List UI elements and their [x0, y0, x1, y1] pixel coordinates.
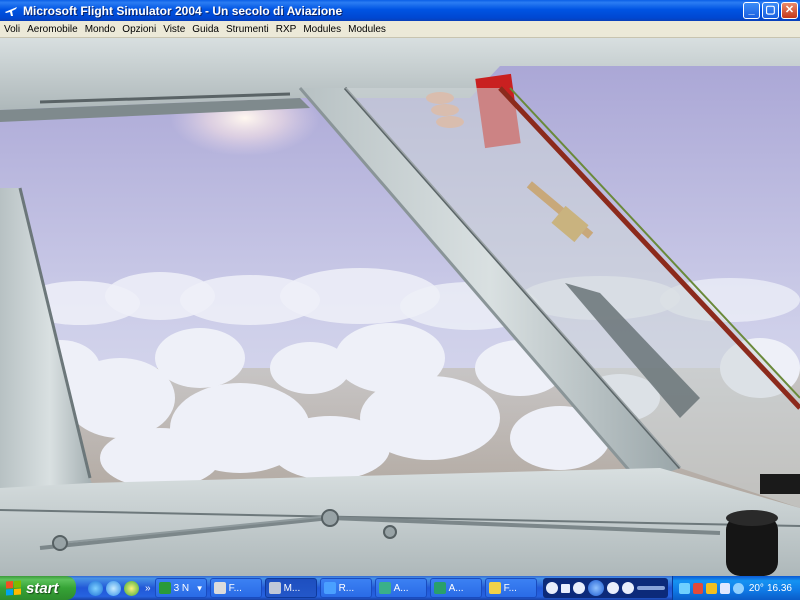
start-label: start: [26, 579, 59, 597]
task-button-f1[interactable]: F...: [209, 578, 262, 598]
task-buttons: 3 N ▼ F... M... R... A... A... F...: [154, 578, 537, 598]
task-button-a1[interactable]: A...: [374, 578, 427, 598]
cockpit-scene: [0, 38, 800, 576]
close-button[interactable]: ✕: [781, 2, 798, 19]
network-icon[interactable]: [679, 582, 690, 594]
app-icon: [378, 582, 391, 594]
menu-opzioni[interactable]: Opzioni: [118, 24, 159, 35]
previous-icon[interactable]: [572, 582, 585, 594]
system-tray: 20° 16.36: [672, 576, 800, 600]
chevron-down-icon: ▼: [195, 583, 204, 593]
next-icon[interactable]: [606, 582, 619, 594]
title-bar[interactable]: Microsoft Flight Simulator 2004 - Un sec…: [0, 0, 800, 21]
help-icon[interactable]: [88, 580, 103, 596]
menu-voli[interactable]: Voli: [0, 24, 23, 35]
plane-icon: [268, 582, 281, 594]
folder-icon: [488, 582, 501, 594]
security-icon[interactable]: [706, 582, 717, 594]
ie-icon[interactable]: [106, 580, 121, 596]
temperature-readout: 20°: [748, 582, 764, 594]
throttle-knob: [726, 510, 778, 576]
clock[interactable]: 16.36: [767, 583, 792, 594]
maximize-button[interactable]: ▢: [762, 2, 779, 19]
task-button-msfs[interactable]: M...: [264, 578, 317, 598]
messenger-icon[interactable]: [124, 580, 139, 596]
menu-strumenti[interactable]: Strumenti: [222, 24, 272, 35]
menu-viste[interactable]: Viste: [159, 24, 188, 35]
taskbar: start » 3 N ▼ F... M... R... A... A... F…: [0, 576, 800, 600]
quick-launch: [88, 580, 139, 596]
cockpit-view[interactable]: [0, 38, 800, 576]
menu-rxp[interactable]: RXP: [272, 24, 300, 35]
speaker-icon[interactable]: [719, 582, 731, 594]
antivirus-icon[interactable]: [692, 582, 704, 594]
media-player-toolbar: [542, 578, 668, 598]
window-title: Microsoft Flight Simulator 2004 - Un sec…: [23, 3, 343, 18]
task-button-folder[interactable]: F...: [484, 578, 537, 598]
task-button-excel[interactable]: 3 N ▼: [154, 578, 207, 598]
weather-icon[interactable]: [733, 582, 744, 594]
quicklaunch-more-icon[interactable]: »: [145, 583, 151, 594]
stop-icon[interactable]: [560, 583, 570, 593]
volume-icon[interactable]: [621, 582, 634, 594]
plane-app-icon: [4, 4, 18, 18]
excel-icon: [158, 582, 171, 594]
task-button-ie[interactable]: R...: [319, 578, 372, 598]
volume-slider[interactable]: [636, 586, 665, 590]
minimize-button[interactable]: _: [743, 2, 760, 19]
windows-logo-icon: [6, 580, 21, 596]
menu-modules-1[interactable]: Modules: [299, 24, 344, 35]
app-icon: [433, 582, 446, 594]
menu-bar: Voli Aeromobile Mondo Opzioni Viste Guid…: [0, 21, 800, 38]
window-controls: _ ▢ ✕: [743, 2, 798, 19]
window-icon: [213, 582, 226, 594]
menu-mondo[interactable]: Mondo: [81, 24, 119, 35]
media-options-icon[interactable]: [545, 582, 558, 594]
play-icon[interactable]: [587, 580, 604, 596]
ie-icon: [323, 582, 336, 594]
menu-guida[interactable]: Guida: [188, 24, 222, 35]
menu-aeromobile[interactable]: Aeromobile: [23, 24, 81, 35]
start-button[interactable]: start: [0, 576, 76, 600]
menu-modules-2[interactable]: Modules: [344, 24, 389, 35]
task-button-a2[interactable]: A...: [429, 578, 482, 598]
